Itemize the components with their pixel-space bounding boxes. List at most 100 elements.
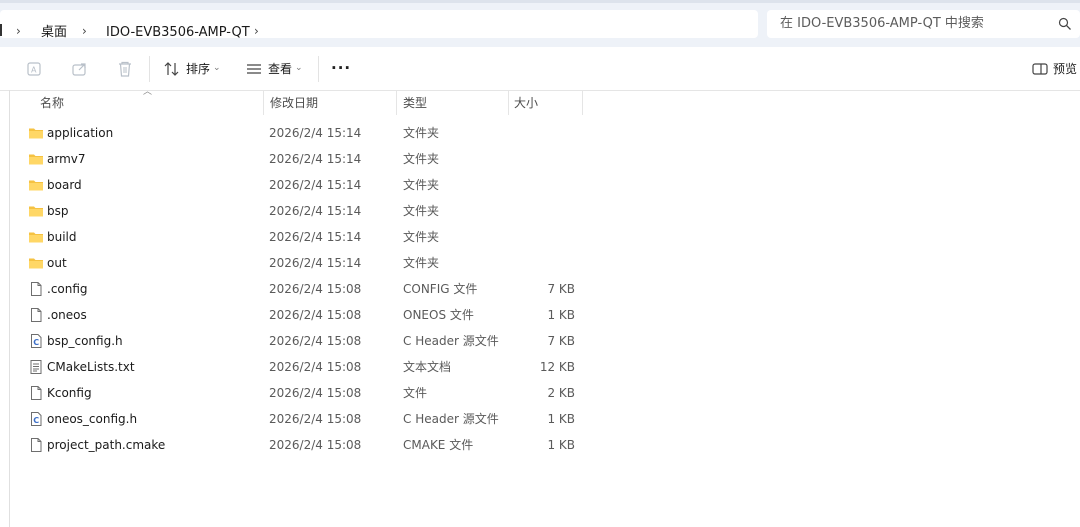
file-type: C Header 源文件 — [403, 334, 499, 348]
share-icon[interactable] — [71, 60, 89, 78]
svg-text:C: C — [33, 338, 39, 347]
list-item[interactable]: bsp 2026/2/4 15:14 文件夹 — [20, 198, 590, 224]
list-item[interactable]: C bsp_config.h 2026/2/4 15:08 C Header 源… — [20, 328, 590, 354]
folder-icon — [28, 177, 44, 193]
list-item[interactable]: C oneos_config.h 2026/2/4 15:08 C Header… — [20, 406, 590, 432]
file-name: .config — [47, 282, 88, 296]
nav-edge-icon — [0, 24, 5, 36]
column-header-date-modified[interactable]: 修改日期 — [270, 96, 318, 110]
file-date-modified: 2026/2/4 15:14 — [269, 126, 362, 140]
file-name: bsp_config.h — [47, 334, 123, 348]
list-item[interactable]: board 2026/2/4 15:14 文件夹 — [20, 172, 590, 198]
view-button[interactable]: 查看 — [268, 61, 292, 77]
list-item[interactable]: .oneos 2026/2/4 15:08 ONEOS 文件 1 KB — [20, 302, 590, 328]
file-name: application — [47, 126, 114, 140]
breadcrumb-desktop[interactable]: 桌面 — [41, 25, 67, 41]
list-item[interactable]: Kconfig 2026/2/4 15:08 文件 2 KB — [20, 380, 590, 406]
breadcrumb-current-folder[interactable]: IDO-EVB3506-AMP-QT — [106, 25, 250, 41]
file-date-modified: 2026/2/4 15:14 — [269, 230, 362, 244]
file-icon — [28, 281, 44, 297]
file-type: 文件夹 — [403, 178, 440, 192]
file-date-modified: 2026/2/4 15:14 — [269, 256, 362, 270]
search-input[interactable]: 在 IDO-EVB3506-AMP-QT 中搜索 — [780, 16, 984, 32]
chevron-down-icon[interactable]: ⌄ — [213, 60, 221, 76]
file-date-modified: 2026/2/4 15:08 — [269, 282, 362, 296]
file-icon — [28, 437, 44, 453]
navigation-pane-edge — [0, 90, 10, 527]
column-divider[interactable] — [396, 91, 397, 115]
sort-ascending-icon: ︿ — [143, 87, 153, 97]
file-type: 文件夹 — [403, 152, 440, 166]
preview-button[interactable]: 预览 — [1053, 61, 1077, 77]
delete-icon[interactable] — [116, 60, 134, 78]
file-type: 文本文档 — [403, 360, 452, 374]
file-type: 文件夹 — [403, 230, 440, 244]
view-icon[interactable] — [245, 60, 263, 78]
file-name: armv7 — [47, 152, 86, 166]
c-header-icon: C — [28, 411, 44, 427]
file-date-modified: 2026/2/4 15:14 — [269, 178, 362, 192]
column-divider[interactable] — [263, 91, 264, 115]
column-divider[interactable] — [508, 91, 509, 115]
list-item[interactable]: CMakeLists.txt 2026/2/4 15:08 文本文档 12 KB — [20, 354, 590, 380]
folder-icon — [28, 203, 44, 219]
address-band: › 桌面 › IDO-EVB3506-AMP-QT › 在 IDO-EVB350… — [0, 0, 1080, 47]
file-name: project_path.cmake — [47, 438, 166, 452]
list-item[interactable]: build 2026/2/4 15:14 文件夹 — [20, 224, 590, 250]
file-size: 1 KB — [547, 308, 575, 322]
file-date-modified: 2026/2/4 15:08 — [269, 438, 362, 452]
column-divider[interactable] — [582, 91, 583, 115]
file-name: out — [47, 256, 67, 270]
list-item[interactable]: armv7 2026/2/4 15:14 文件夹 — [20, 146, 590, 172]
file-type: 文件夹 — [403, 256, 440, 270]
file-type: 文件夹 — [403, 126, 440, 140]
command-bar: A 排序 ⌄ 查看 ⌄ ··· 预览 — [0, 47, 1080, 91]
toolbar-divider — [318, 56, 319, 82]
search-icon[interactable] — [1058, 17, 1072, 31]
chevron-right-icon[interactable]: › — [254, 24, 264, 38]
list-item[interactable]: project_path.cmake 2026/2/4 15:08 CMAKE … — [20, 432, 590, 458]
file-date-modified: 2026/2/4 15:14 — [269, 204, 362, 218]
file-name: bsp — [47, 204, 69, 218]
column-header-type[interactable]: 类型 — [403, 96, 427, 110]
folder-icon — [28, 255, 44, 271]
column-header-name[interactable]: 名称 — [40, 96, 64, 110]
file-name: oneos_config.h — [47, 412, 138, 426]
file-size: 7 KB — [547, 282, 575, 296]
file-name: build — [47, 230, 77, 244]
sort-icon[interactable] — [163, 60, 181, 78]
list-item[interactable]: .config 2026/2/4 15:08 CONFIG 文件 7 KB — [20, 276, 590, 302]
file-type: ONEOS 文件 — [403, 308, 474, 322]
file-type: 文件 — [403, 386, 428, 400]
toolbar-divider — [149, 56, 150, 82]
file-size: 7 KB — [547, 334, 575, 348]
folder-icon — [28, 151, 44, 167]
more-options-icon[interactable]: ··· — [331, 61, 351, 76]
window-top-edge — [0, 0, 1080, 3]
file-size: 1 KB — [547, 412, 575, 426]
file-name: CMakeLists.txt — [47, 360, 135, 374]
column-header-size[interactable]: 大小 — [514, 96, 538, 110]
sort-button[interactable]: 排序 — [186, 61, 210, 77]
chevron-right-icon[interactable]: › — [82, 24, 92, 38]
file-type: CONFIG 文件 — [403, 282, 478, 296]
address-bar[interactable]: › 桌面 › IDO-EVB3506-AMP-QT › — [0, 10, 758, 41]
file-date-modified: 2026/2/4 15:08 — [269, 360, 362, 374]
file-date-modified: 2026/2/4 15:08 — [269, 308, 362, 322]
chevron-right-icon[interactable]: › — [16, 24, 26, 38]
rename-icon[interactable]: A — [26, 60, 44, 78]
file-icon — [28, 385, 44, 401]
file-icon — [28, 307, 44, 323]
file-name: board — [47, 178, 82, 192]
file-date-modified: 2026/2/4 15:14 — [269, 152, 362, 166]
folder-icon — [28, 125, 44, 141]
chevron-down-icon[interactable]: ⌄ — [295, 60, 303, 76]
search-box[interactable]: 在 IDO-EVB3506-AMP-QT 中搜索 — [767, 10, 1080, 38]
svg-text:A: A — [31, 66, 37, 75]
preview-pane-icon[interactable] — [1031, 60, 1049, 78]
file-size: 2 KB — [547, 386, 575, 400]
list-item[interactable]: out 2026/2/4 15:14 文件夹 — [20, 250, 590, 276]
c-header-icon: C — [28, 333, 44, 349]
list-item[interactable]: application 2026/2/4 15:14 文件夹 — [20, 120, 590, 146]
file-type: 文件夹 — [403, 204, 440, 218]
